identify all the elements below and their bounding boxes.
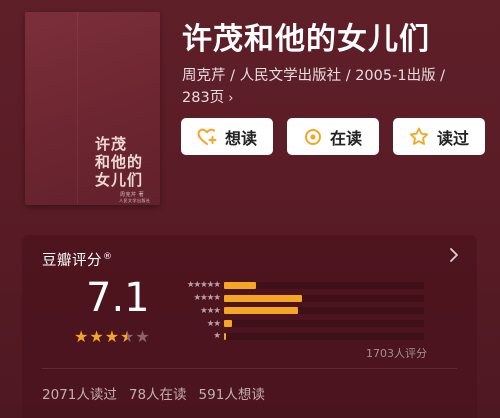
stat-want[interactable]: 591人想读 [199, 383, 265, 403]
rating-star-icon: ★ [74, 327, 89, 346]
rating-card[interactable]: 豆瓣评分® 7.1 ★ ★ ★ ★ ★ ★★★★★ ★★★★ ★★★ ★★ ★ 1703人评分 … [22, 235, 477, 418]
distribution-row: ★ [172, 330, 424, 343]
stat-read[interactable]: 2071人读过 [42, 383, 117, 403]
distribution-track [224, 294, 424, 302]
reading-button[interactable]: 在读 [287, 118, 379, 155]
distribution-row: ★★★ [172, 305, 424, 318]
distribution-bar [224, 294, 302, 302]
have-read-label: 读过 [436, 128, 469, 148]
registered-mark: ® [103, 252, 113, 263]
cover-author: 周克芹 著 [120, 192, 145, 198]
target-circle-icon [304, 128, 322, 146]
book-meta-line: 周克芹 / 人民文学出版社 / 2005-1出版 / [182, 68, 446, 84]
heart-plus-icon [197, 128, 217, 146]
want-to-read-button[interactable]: 想读 [181, 118, 273, 155]
rating-stars: ★ ★ ★ ★ ★ [74, 329, 150, 345]
distribution-track [224, 307, 424, 315]
want-to-read-label: 想读 [224, 128, 257, 148]
distribution-bar [224, 307, 298, 315]
action-row: 想读 在读 读过 [181, 118, 485, 155]
cover-publisher: 人民文学出版社 [119, 198, 151, 203]
rating-header-label: 豆瓣评分 [42, 253, 102, 269]
have-read-button[interactable]: 读过 [393, 118, 485, 155]
distribution-bar [224, 320, 232, 328]
cover-title: 许茂 和他的 女儿们 [95, 135, 143, 189]
rating-star-icon: ★ [104, 327, 120, 346]
distribution-track [224, 333, 424, 341]
distribution-stars-label: ★★ [206, 318, 221, 329]
reading-label: 在读 [329, 128, 362, 148]
divider [42, 368, 457, 369]
book-pages: 283页 [182, 90, 225, 106]
distribution-stars-label: ★ [213, 331, 221, 342]
distribution-stars-label: ★★★★★ [186, 280, 221, 291]
cover-title-line: 和他的 [95, 153, 144, 171]
distribution-row: ★★★★ [172, 292, 424, 305]
book-title: 许茂和他的女儿们 [182, 22, 430, 57]
rating-star-icon: ★ [89, 327, 104, 346]
rating-distribution: ★★★★★ ★★★★ ★★★ ★★ ★ [172, 279, 424, 343]
rating-score: 7.1 [86, 275, 150, 321]
distribution-row: ★★ [172, 317, 424, 330]
chevron-right-icon: › [228, 91, 234, 106]
star-outline-icon [409, 127, 429, 146]
vote-count: 1703人评分 [366, 347, 427, 360]
cover-title-line: 女儿们 [95, 171, 144, 189]
reader-stats: 2071人读过 78人在读 591人想读 [42, 383, 265, 403]
distribution-bar [224, 333, 226, 341]
rating-header: 豆瓣评分® [42, 249, 113, 270]
stat-reading[interactable]: 78人在读 [129, 383, 187, 403]
book-meta[interactable]: 周克芹 / 人民文学出版社 / 2005-1出版 / 283页 › [182, 65, 482, 110]
distribution-stars-label: ★★★ [200, 305, 221, 316]
book-cover[interactable]: 许茂 和他的 女儿们 周克芹 著 人民文学出版社 [25, 12, 160, 205]
rating-star-icon: ★ [135, 327, 150, 346]
distribution-stars-label: ★★★★ [193, 292, 221, 303]
distribution-row: ★★★★★ [172, 279, 424, 292]
rating-star-icon: ★ [120, 327, 135, 346]
distribution-track [224, 281, 424, 289]
chevron-right-icon[interactable] [449, 247, 459, 267]
cover-title-line: 许茂 [95, 135, 128, 153]
distribution-track [224, 320, 424, 328]
distribution-bar [224, 281, 256, 289]
